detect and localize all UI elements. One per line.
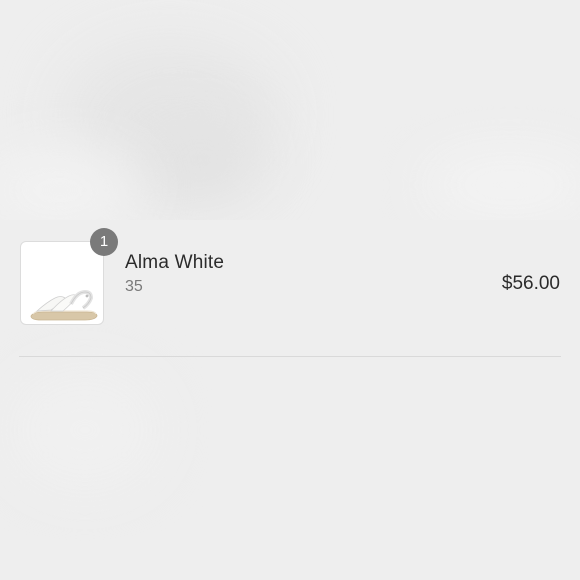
cart-line-item: 1 Alma White 35 $56.00 <box>0 220 580 358</box>
product-thumbnail <box>20 241 104 325</box>
product-name: Alma White <box>125 252 225 273</box>
sandal-icon <box>30 289 98 321</box>
summary-divider <box>19 356 561 357</box>
checkout-order-summary: 1 Alma White 35 $56.00 <box>0 0 580 580</box>
blurred-backdrop-shape <box>10 370 160 490</box>
product-price: $56.00 <box>501 273 560 294</box>
product-thumbnail-wrapper: 1 <box>20 228 118 325</box>
quantity-badge: 1 <box>90 228 118 256</box>
blurred-header-backdrop <box>0 0 580 220</box>
product-variant-size: 35 <box>125 278 143 295</box>
